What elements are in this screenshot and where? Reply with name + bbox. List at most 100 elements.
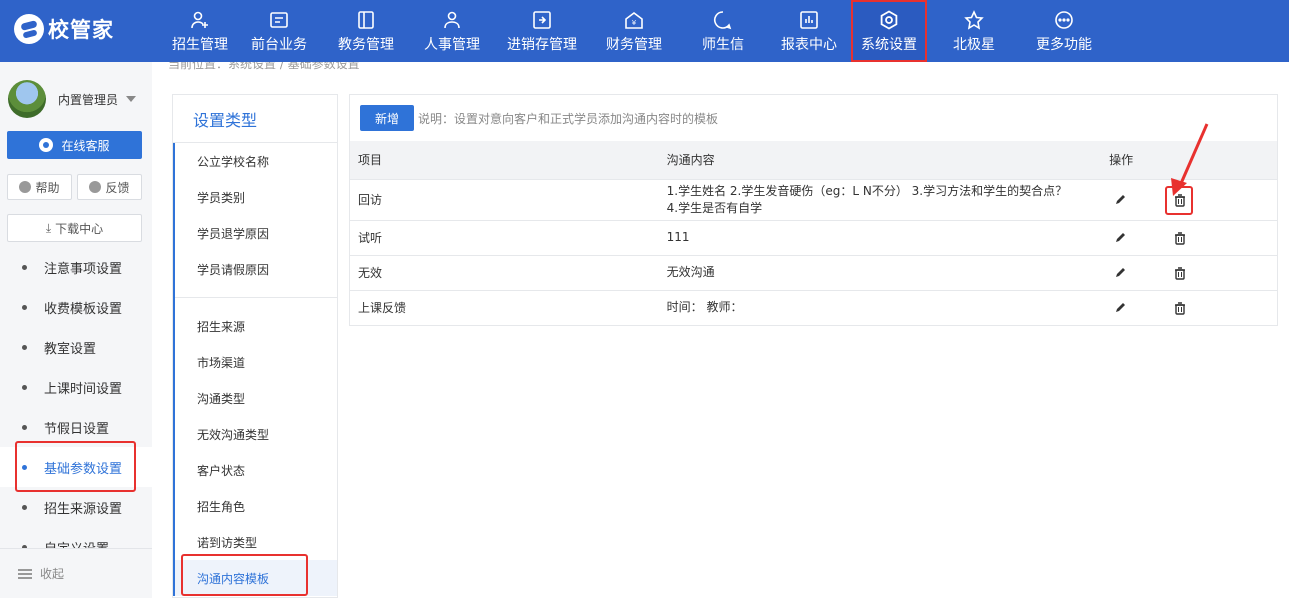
user-profile[interactable]: 内置管理员 bbox=[8, 80, 137, 118]
settings-type-item[interactable]: 沟通内容模板 bbox=[175, 560, 337, 596]
nav-item-label: 北极星 bbox=[953, 36, 995, 53]
avatar[interactable] bbox=[8, 80, 46, 118]
nav-item-4[interactable]: 进销存管理 bbox=[495, 0, 589, 62]
cell-content-line: 无效沟通 bbox=[666, 265, 715, 279]
settings-type-panel: 设置类型 公立学校名称 学员类别 学员退学原因 学员请假原因 招生来源 市场渠道 沟通类型无… bbox=[172, 94, 338, 598]
nav-item-label: 进销存管理 bbox=[507, 36, 577, 53]
logo-mark-icon bbox=[14, 14, 44, 44]
cell-content-line: 时间： 教师： bbox=[666, 300, 743, 314]
edit-icon[interactable] bbox=[1114, 194, 1128, 206]
download-center-button[interactable]: ⤓ 下载中心 bbox=[7, 214, 142, 242]
settings-type-item[interactable]: 学员退学原因 bbox=[175, 215, 337, 251]
settings-type-item[interactable]: 公立学校名称 bbox=[175, 143, 337, 179]
settings-type-item[interactable]: 市场渠道 bbox=[175, 344, 337, 380]
app-logo[interactable]: 校管家 bbox=[14, 14, 114, 44]
nav-item-8[interactable]: 系统设置 bbox=[851, 0, 927, 62]
nav-item-5[interactable]: ¥ 财务管理 bbox=[589, 0, 679, 62]
settings-type-item[interactable]: 沟通类型 bbox=[175, 380, 337, 416]
action-group bbox=[1107, 180, 1277, 220]
col-action-label: 操作 bbox=[1109, 153, 1134, 168]
sidebar-menu-item[interactable]: 基础参数设置 bbox=[0, 447, 152, 487]
card-icon bbox=[268, 9, 290, 31]
cell-actions bbox=[1107, 255, 1277, 291]
sidebar-menu-item[interactable]: 节假日设置 bbox=[0, 407, 152, 447]
logo-text: 校管家 bbox=[48, 18, 114, 42]
user-name: 内置管理员 bbox=[58, 92, 119, 107]
sidebar-menu-label: 教室设置 bbox=[44, 341, 97, 357]
col-action-header: 操作 bbox=[1107, 141, 1277, 180]
cell-content: 无效沟通 bbox=[657, 255, 1108, 291]
cell-content-line: 4.学生是否有自学 bbox=[666, 200, 763, 215]
help-button[interactable]: 帮助 bbox=[7, 174, 72, 200]
collapse-button[interactable]: 收起 bbox=[0, 548, 152, 598]
chevron-down-icon[interactable] bbox=[126, 96, 137, 102]
settings-type-item[interactable]: 诺到访类型 bbox=[175, 524, 337, 560]
sidebar-menu-item[interactable]: 注意事项设置 bbox=[0, 247, 152, 287]
settings-type-item[interactable]: 学员请假原因 bbox=[175, 251, 337, 287]
cell-content: 111 bbox=[657, 220, 1108, 256]
chat-icon bbox=[712, 9, 734, 31]
more-icon bbox=[1053, 9, 1075, 31]
nav-item-7[interactable]: 报表中心 bbox=[767, 0, 851, 62]
cell-item: 无效 bbox=[350, 255, 658, 291]
settings-type-item[interactable]: 学员类别 bbox=[175, 179, 337, 215]
settings-type-item[interactable]: 客户状态 bbox=[175, 452, 337, 488]
delete-icon[interactable] bbox=[1173, 266, 1187, 280]
settings-type-item[interactable]: 招生角色 bbox=[175, 488, 337, 524]
cell-content-line: 1.学生姓名 2.学生发音硬伤（eg：L N不分） 3.学习方法和学生的契合点？ bbox=[666, 183, 1068, 198]
nav-item-2[interactable]: 教务管理 bbox=[323, 0, 409, 62]
sidebar-menu-item[interactable]: 教室设置 bbox=[0, 327, 152, 367]
edit-icon[interactable] bbox=[1114, 232, 1128, 244]
action-group bbox=[1107, 291, 1277, 325]
add-button[interactable]: 新增 bbox=[360, 105, 414, 131]
bullet-icon bbox=[22, 424, 27, 430]
feedback-icon bbox=[89, 181, 102, 193]
online-service-button[interactable]: 在线客服 bbox=[7, 131, 142, 159]
breadcrumb-text: 当前位置：系统设置 / 基础参数设置 bbox=[168, 62, 360, 71]
table-body: 回访 1.学生姓名 2.学生发音硬伤（eg：L N不分） 3.学习方法和学生的契合… bbox=[350, 179, 1277, 326]
nav-item-3[interactable]: 人事管理 bbox=[409, 0, 495, 62]
sidebar-menu-item[interactable]: 招生来源设置 bbox=[0, 487, 152, 527]
bullet-icon bbox=[22, 304, 27, 310]
cell-item: 上课反馈 bbox=[350, 290, 658, 326]
delete-icon[interactable] bbox=[1173, 301, 1187, 315]
nav-item-label: 更多功能 bbox=[1036, 36, 1092, 53]
toolbar: 新增 说明：设置对意向客户和正式学员添加沟通内容时的模板 bbox=[350, 95, 1277, 141]
nav-item-label: 人事管理 bbox=[424, 36, 480, 53]
download-icon: ⤓ bbox=[45, 220, 52, 235]
settings-type-item[interactable]: 无效沟通类型 bbox=[175, 416, 337, 452]
svg-text:¥: ¥ bbox=[632, 19, 637, 27]
sidebar-menu-item[interactable]: 收费模板设置 bbox=[0, 287, 152, 327]
chart-icon bbox=[798, 9, 820, 31]
sidebar-menu-label: 注意事项设置 bbox=[44, 261, 123, 277]
nav-item-label: 教务管理 bbox=[338, 36, 394, 53]
delete-icon[interactable] bbox=[1173, 193, 1187, 207]
col-content-header: 沟通内容 bbox=[657, 141, 1108, 180]
sidebar-menu-item[interactable]: 上课时间设置 bbox=[0, 367, 152, 407]
sidebar-menu-label: 收费模板设置 bbox=[44, 301, 123, 317]
edit-icon[interactable] bbox=[1114, 267, 1128, 279]
download-label: 下载中心 bbox=[55, 221, 104, 236]
nav-item-0[interactable]: 招生管理 bbox=[165, 0, 235, 62]
collapse-label: 收起 bbox=[40, 567, 65, 581]
nav-item-label: 报表中心 bbox=[781, 36, 837, 53]
nav-item-9[interactable]: 北极星 bbox=[927, 0, 1021, 62]
top-nav-bar: 校管家 招生管理 前台业务 教务管理 人事管理 进销存管理 ¥ 财务管理 师生信 报表中心 系统设… bbox=[0, 0, 1289, 62]
help-icon bbox=[19, 181, 32, 193]
edit-icon[interactable] bbox=[1114, 302, 1128, 314]
sidebar: 内置管理员 在线客服 帮助 反馈 ⤓ 下载中心 注意事项设置 收费模板设置 教室设置… bbox=[0, 62, 152, 598]
table-row: 回访 1.学生姓名 2.学生发音硬伤（eg：L N不分） 3.学习方法和学生的契合… bbox=[350, 179, 1277, 221]
sidebar-menu-label: 招生来源设置 bbox=[44, 501, 123, 517]
nav-item-6[interactable]: 师生信 bbox=[679, 0, 767, 62]
delete-icon[interactable] bbox=[1173, 231, 1187, 245]
breadcrumb: 当前位置：系统设置 / 基础参数设置 bbox=[152, 62, 1289, 72]
nav-item-label: 招生管理 bbox=[172, 36, 228, 53]
feedback-button[interactable]: 反馈 bbox=[77, 174, 142, 200]
nav-item-10[interactable]: 更多功能 bbox=[1021, 0, 1107, 62]
table-header: 项目 沟通内容 操作 bbox=[350, 141, 1277, 180]
nav-item-1[interactable]: 前台业务 bbox=[235, 0, 323, 62]
template-table: 项目 沟通内容 操作 回访 1.学生姓名 2.学生发音硬伤（eg：L N不分） 3… bbox=[350, 141, 1277, 326]
nav-item-label: 系统设置 bbox=[861, 36, 917, 53]
settings-type-item[interactable]: 招生来源 bbox=[175, 308, 337, 344]
